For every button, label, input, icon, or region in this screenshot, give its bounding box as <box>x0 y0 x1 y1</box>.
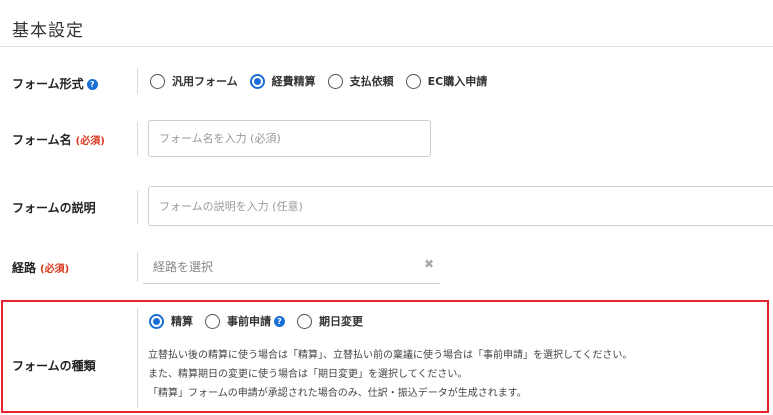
clear-x-icon[interactable]: ✖ <box>424 257 434 271</box>
help-icon[interactable]: ? <box>86 79 98 90</box>
form-desc-input[interactable] <box>148 186 773 226</box>
help-icon[interactable]: ? <box>274 315 285 327</box>
form-type-label: フォーム形式? <box>12 75 98 92</box>
route-select-placeholder: 経路を選択 <box>153 260 214 274</box>
section-title: 基本設定 <box>12 21 84 41</box>
radio-settlement[interactable]: 精算 <box>149 313 193 329</box>
radio-label: 期日変更 <box>319 315 363 328</box>
row-divider <box>137 122 138 156</box>
form-desc-label-text: フォームの説明 <box>12 201 96 215</box>
radio-label: 精算 <box>171 315 193 328</box>
radio-label: 経費精算 <box>271 75 316 88</box>
radio-label: EC購入申請 <box>427 75 488 88</box>
radio-pre-application[interactable]: 事前申請? <box>205 313 285 329</box>
required-marker: (必須) <box>75 136 105 147</box>
form-name-input[interactable] <box>148 120 431 157</box>
route-label: 経路 (必須) <box>12 259 69 276</box>
row-divider <box>137 190 138 224</box>
form-kind-label: フォームの種類 <box>12 357 96 374</box>
route-select[interactable]: 経路を選択 ✖ <box>143 248 440 284</box>
radio-label: 汎用フォーム <box>172 75 238 88</box>
radio-due-date-change[interactable]: 期日変更 <box>297 313 363 329</box>
radio-payment-request[interactable]: 支払依頼 <box>327 73 394 89</box>
radio-circle[interactable] <box>405 73 421 89</box>
radio-circle[interactable] <box>297 313 312 329</box>
radio-circle[interactable] <box>150 73 165 89</box>
title-divider <box>0 46 773 47</box>
form-name-label-text: フォーム名 <box>12 133 72 147</box>
radio-circle[interactable] <box>205 313 220 329</box>
radio-label: 支払依頼 <box>349 75 394 88</box>
radio-ec-purchase[interactable]: EC購入申請 <box>405 73 488 89</box>
row-divider <box>137 252 138 282</box>
required-marker: (必須) <box>40 264 70 275</box>
row-divider <box>137 68 138 94</box>
radio-general-form[interactable]: 汎用フォーム <box>150 73 238 89</box>
form-type-radio-group: 汎用フォーム 経費精算 支払依頼 EC購入申請 <box>150 73 499 89</box>
route-label-text: 経路 <box>12 261 37 275</box>
radio-label: 事前申請 <box>227 315 271 328</box>
form-kind-description-line: 「精算」フォームの申請が承認された場合のみ、仕訳・振込データが生成されます。 <box>148 388 527 399</box>
form-kind-radio-group: 精算 事前申請? 期日変更 <box>149 313 375 329</box>
form-kind-label-text: フォームの種類 <box>12 359 96 373</box>
form-kind-description-line: また、精算期日の変更に使う場合は「期日変更」を選択してください。 <box>148 369 468 380</box>
radio-circle-checked[interactable] <box>149 313 164 329</box>
radio-circle[interactable] <box>327 73 343 89</box>
form-kind-description-line: 立替払い後の精算に使う場合は「精算」、立替払い前の稟議に使う場合は「事前申請」を… <box>148 350 633 361</box>
form-desc-label: フォームの説明 <box>12 199 96 216</box>
radio-circle-checked[interactable] <box>249 73 265 89</box>
radio-expense[interactable]: 経費精算 <box>249 73 316 89</box>
form-type-label-text: フォーム形式 <box>12 77 84 91</box>
row-divider <box>137 308 138 408</box>
form-name-label: フォーム名 (必須) <box>12 131 105 148</box>
